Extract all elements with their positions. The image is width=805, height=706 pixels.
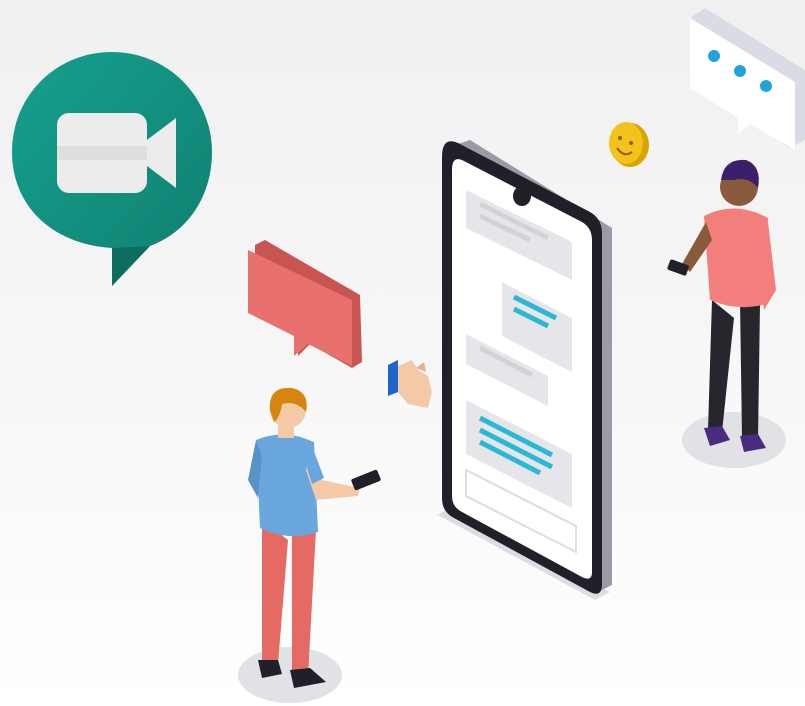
illustration-scene bbox=[12, 8, 805, 703]
red-speech-bubble bbox=[248, 240, 362, 368]
video-camera-icon bbox=[12, 52, 212, 286]
person-left bbox=[238, 387, 381, 703]
thumbs-up-icon bbox=[388, 360, 432, 408]
smiley-emoji-icon bbox=[609, 122, 649, 167]
person-right bbox=[667, 159, 786, 468]
typing-speech-bubble bbox=[690, 8, 805, 150]
